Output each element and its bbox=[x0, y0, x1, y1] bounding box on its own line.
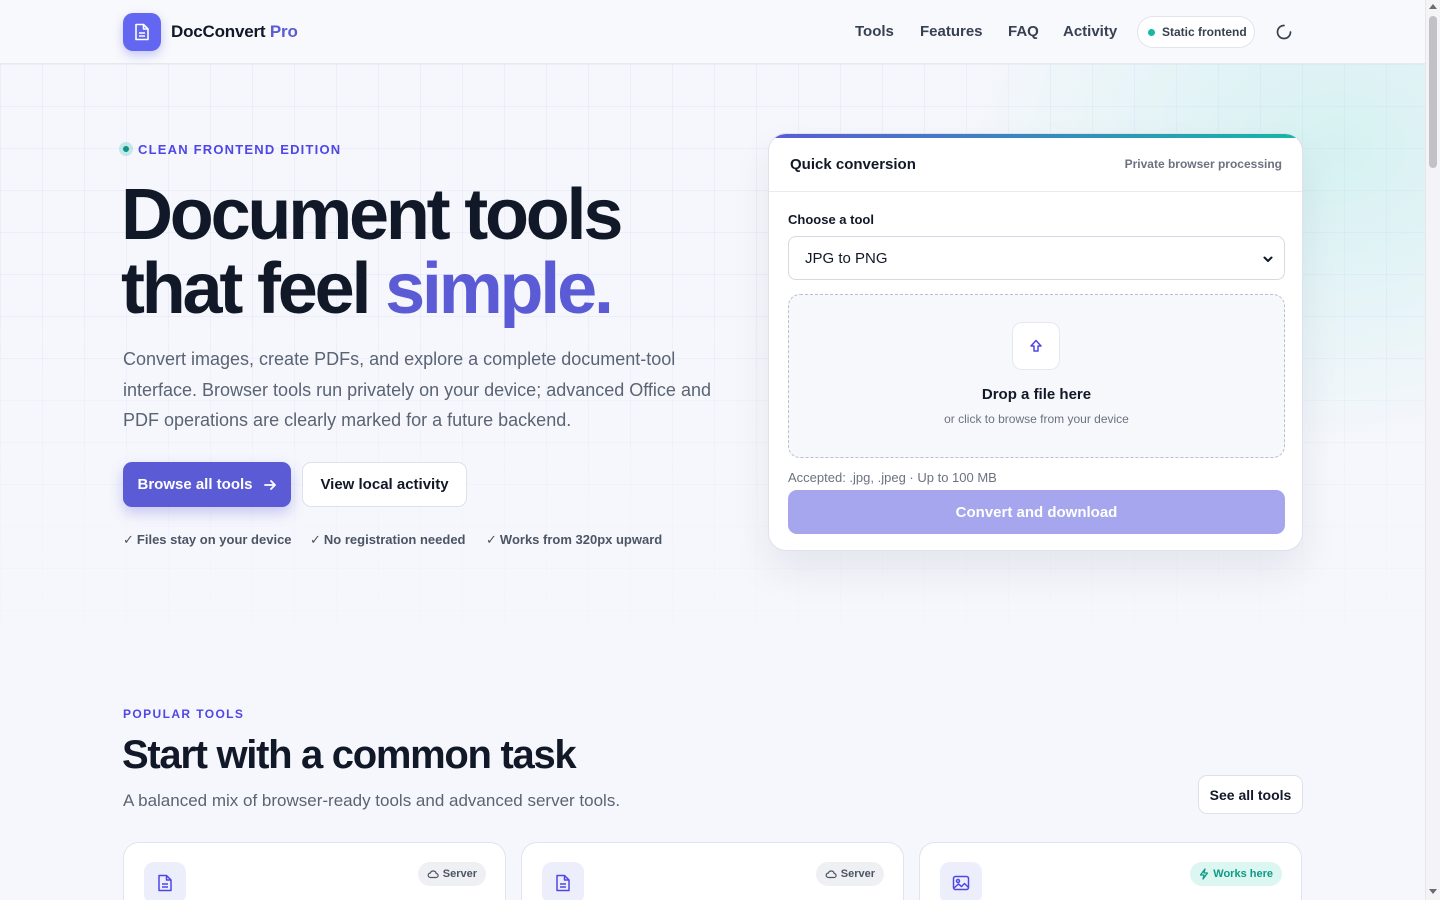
badge-label: Server bbox=[840, 868, 875, 880]
eyebrow-dot-icon bbox=[119, 142, 133, 156]
document-icon bbox=[542, 862, 584, 900]
server-badge: Server bbox=[417, 862, 486, 886]
tool-card[interactable]: Works here bbox=[919, 842, 1302, 900]
dropzone-subtitle: or click to browse from your device bbox=[944, 412, 1129, 426]
check-label: Files stay on your device bbox=[136, 532, 292, 547]
check-icon: ✓ bbox=[123, 532, 134, 547]
hero-title-line2: that feel bbox=[121, 249, 386, 329]
quick-conversion-card: Quick conversion Private browser process… bbox=[768, 133, 1303, 551]
lightning-icon bbox=[1200, 868, 1209, 880]
chevron-down-icon bbox=[1263, 256, 1273, 262]
browse-all-tools-label: Browse all tools bbox=[137, 476, 253, 493]
arrow-right-icon bbox=[263, 479, 276, 490]
hero-title-line1: Document tools bbox=[121, 175, 623, 255]
tool-select-label: Choose a tool bbox=[788, 212, 874, 227]
view-local-activity-button[interactable]: View local activity bbox=[302, 462, 467, 507]
nav-features[interactable]: Features bbox=[920, 23, 983, 40]
cloud-icon bbox=[427, 870, 439, 879]
hero-title: Document tools that feel simple. bbox=[121, 178, 761, 326]
document-icon bbox=[135, 23, 149, 41]
badge-label: Works here bbox=[1213, 868, 1273, 880]
popular-title: Start with a common task bbox=[122, 733, 577, 777]
check-label: No registration needed bbox=[323, 532, 466, 547]
cloud-icon bbox=[825, 870, 837, 879]
accepted-formats: Accepted: .jpg, .jpeg · Up to 100 MB bbox=[788, 470, 997, 485]
check-item: ✓ Works from 320px upward bbox=[486, 532, 662, 548]
top-navbar: DocConvert Pro Tools Features FAQ Activi… bbox=[0, 0, 1425, 64]
logo[interactable] bbox=[123, 13, 161, 51]
card-subtitle: Private browser processing bbox=[1124, 157, 1282, 171]
dropzone-title: Drop a file here bbox=[981, 386, 1092, 403]
card-divider bbox=[769, 191, 1302, 192]
tool-card[interactable]: Server bbox=[521, 842, 904, 900]
check-icon: ✓ bbox=[486, 532, 497, 547]
convert-and-download-button[interactable]: Convert and download bbox=[788, 490, 1285, 534]
server-badge: Server bbox=[815, 862, 884, 886]
moon-icon bbox=[1276, 24, 1292, 40]
status-badge: Static frontend bbox=[1137, 16, 1255, 48]
image-icon bbox=[940, 862, 982, 900]
tool-card[interactable]: Server bbox=[123, 842, 506, 900]
popular-eyebrow: POPULAR TOOLS bbox=[123, 707, 245, 721]
scroll-down-arrow-icon[interactable] bbox=[1429, 889, 1437, 894]
upload-icon bbox=[1012, 322, 1060, 370]
check-label: Works from 320px upward bbox=[499, 532, 663, 547]
theme-toggle-button[interactable] bbox=[1274, 22, 1294, 42]
hero-title-accent: simple. bbox=[385, 249, 614, 329]
works-here-badge: Works here bbox=[1190, 862, 1282, 886]
hero-eyebrow: CLEAN FRONTEND EDITION bbox=[138, 142, 342, 157]
scroll-thumb[interactable] bbox=[1429, 16, 1437, 168]
card-title: Quick conversion bbox=[790, 156, 916, 173]
brand-name[interactable]: DocConvert Pro bbox=[171, 22, 298, 42]
file-dropzone[interactable]: Drop a file here or click to browse from… bbox=[788, 294, 1285, 458]
check-item: ✓ No registration needed bbox=[310, 532, 465, 548]
nav-activity[interactable]: Activity bbox=[1063, 23, 1117, 40]
document-icon bbox=[144, 862, 186, 900]
check-icon: ✓ bbox=[310, 532, 321, 547]
tool-select-value: JPG to PNG bbox=[805, 249, 888, 267]
status-dot bbox=[1148, 29, 1155, 36]
see-all-tools-button[interactable]: See all tools bbox=[1198, 775, 1303, 814]
tool-select[interactable]: JPG to PNG bbox=[788, 236, 1285, 280]
check-item: ✓ Files stay on your device bbox=[123, 532, 292, 548]
brand-main: DocConvert bbox=[171, 22, 266, 41]
browse-all-tools-button[interactable]: Browse all tools bbox=[123, 462, 291, 507]
badge-label: Server bbox=[442, 868, 477, 880]
card-accent-bar bbox=[769, 134, 1302, 138]
hero-description: Convert images, create PDFs, and explore… bbox=[123, 349, 711, 430]
scroll-up-arrow-icon[interactable] bbox=[1429, 4, 1437, 9]
page-scrollbar[interactable] bbox=[1425, 0, 1440, 900]
nav-faq[interactable]: FAQ bbox=[1008, 23, 1039, 40]
status-label: Static frontend bbox=[1162, 25, 1247, 39]
popular-description: A balanced mix of browser-ready tools an… bbox=[123, 791, 621, 810]
brand-suffix: Pro bbox=[269, 22, 298, 41]
nav-tools[interactable]: Tools bbox=[855, 23, 894, 40]
